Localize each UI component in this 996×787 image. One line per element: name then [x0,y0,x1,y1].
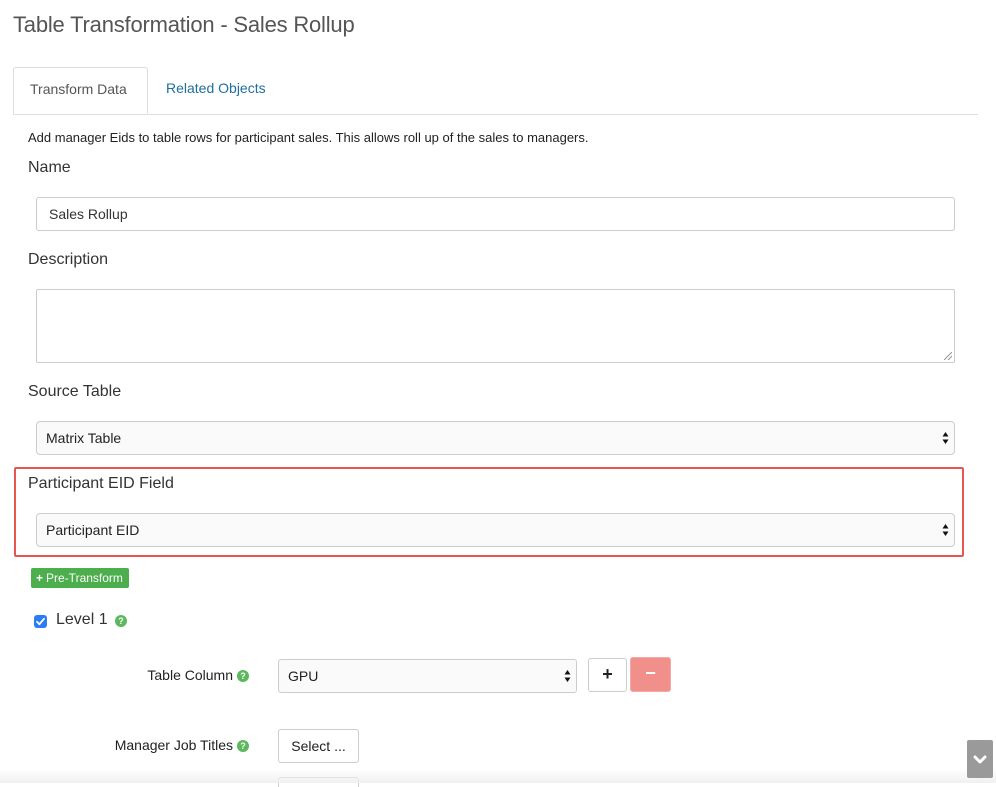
resize-handle-icon[interactable] [944,352,952,360]
table-column-value: GPU [288,668,319,684]
tab-related-objects[interactable]: Related Objects [150,67,282,113]
description-textarea[interactable] [36,289,955,363]
participant-eid-value: Participant EID [46,522,140,538]
help-icon[interactable]: ? [237,670,249,682]
select-arrows-icon [942,432,949,444]
pre-transform-label: Pre-Transform [46,571,123,585]
source-table-value: Matrix Table [46,430,122,446]
table-column-select[interactable]: GPU [278,659,577,693]
add-column-button[interactable]: + [588,658,627,692]
table-column-label: Table Column [147,667,233,683]
help-icon[interactable]: ? [237,740,249,752]
bottom-fade [0,769,996,783]
pre-transform-button[interactable]: + Pre-Transform [31,568,129,588]
name-input[interactable]: Sales Rollup [36,197,955,231]
source-table-select[interactable]: Matrix Table [36,421,955,455]
page-title: Table Transformation - Sales Rollup [13,12,355,37]
participant-eid-label: Participant EID Field [28,475,174,492]
tab-transform-data[interactable]: Transform Data [13,67,148,114]
plus-icon: + [36,571,44,585]
intro-text: Add manager Eids to table rows for parti… [28,130,589,145]
scroll-down-button[interactable] [967,740,993,778]
select-arrows-icon [942,524,949,536]
help-icon[interactable]: ? [115,615,127,627]
remove-column-button[interactable]: − [630,657,671,692]
manager-job-titles-label: Manager Job Titles [114,737,233,753]
level-1-label: Level 1 [56,611,108,628]
manager-job-titles-select-button[interactable]: Select ... [278,729,359,763]
name-label: Name [28,159,71,176]
chevron-down-icon [973,755,987,764]
description-label: Description [28,251,109,268]
level-1-checkbox[interactable] [34,615,47,628]
check-icon [36,617,45,626]
tab-bar: Transform Data Related Objects [13,67,978,115]
select-arrows-icon [564,670,571,682]
source-table-label: Source Table [28,383,122,400]
participant-eid-select[interactable]: Participant EID [36,513,955,547]
